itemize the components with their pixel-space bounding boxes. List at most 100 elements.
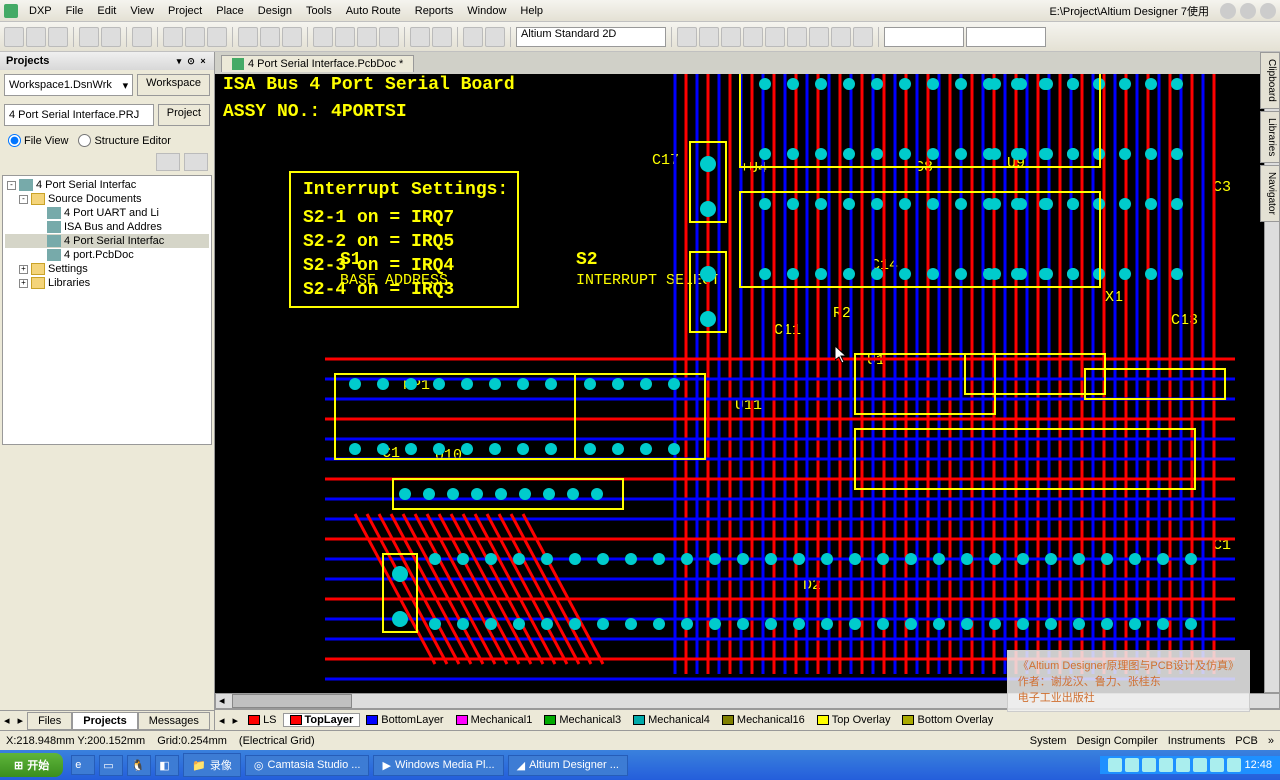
net-select[interactable] xyxy=(884,27,964,47)
cut-icon[interactable] xyxy=(238,27,258,47)
tab-projects[interactable]: Projects xyxy=(72,712,137,730)
tree-item[interactable]: 4 port.PcbDoc xyxy=(5,248,209,262)
tree-item[interactable]: 4 Port Serial Interfac xyxy=(5,234,209,248)
quicklaunch-ie-icon[interactable]: e xyxy=(71,755,95,775)
project-select[interactable]: 4 Port Serial Interface.PRJ xyxy=(4,104,154,126)
pcb-canvas[interactable]: ISA Bus 4 Port Serial Board ASSY NO.: 4P… xyxy=(215,74,1280,693)
menu-autoroute[interactable]: Auto Route xyxy=(339,5,408,17)
libraries-tab[interactable]: Libraries xyxy=(1260,111,1280,163)
copy-icon[interactable] xyxy=(260,27,280,47)
layer-tab[interactable]: Mechanical3 xyxy=(538,714,627,726)
zoom-area-icon[interactable] xyxy=(163,27,183,47)
status-pcb[interactable]: PCB xyxy=(1235,735,1258,747)
preview-icon[interactable] xyxy=(101,27,121,47)
menu-edit[interactable]: Edit xyxy=(90,5,123,17)
clear-icon[interactable] xyxy=(379,27,399,47)
start-button[interactable]: ⊞ 开始 xyxy=(0,753,63,777)
panel-pin-icon[interactable]: ⊙ xyxy=(186,56,196,66)
open-icon[interactable] xyxy=(26,27,46,47)
tray-icon[interactable] xyxy=(1193,758,1207,772)
tray-icon[interactable] xyxy=(1176,758,1190,772)
menu-project[interactable]: Project xyxy=(161,5,209,17)
layer-tab[interactable]: Mechanical1 xyxy=(450,714,539,726)
layer-tab[interactable]: Top Overlay xyxy=(811,714,897,726)
tray-icon[interactable] xyxy=(1125,758,1139,772)
home-icon[interactable] xyxy=(1260,3,1276,19)
route-icon[interactable] xyxy=(677,27,697,47)
workspace-select[interactable]: Workspace1.DsnWrk▾ xyxy=(4,74,133,96)
menu-file[interactable]: File xyxy=(59,5,91,17)
view-mode-select[interactable]: Altium Standard 2D xyxy=(516,27,666,47)
tray-icon[interactable] xyxy=(1159,758,1173,772)
task-camtasia[interactable]: ◎Camtasia Studio ... xyxy=(245,755,370,776)
workspace-button[interactable]: Workspace xyxy=(137,74,210,96)
nav-back-icon[interactable] xyxy=(1220,3,1236,19)
string-icon[interactable] xyxy=(831,27,851,47)
pad-icon[interactable] xyxy=(721,27,741,47)
menu-window[interactable]: Window xyxy=(460,5,513,17)
menu-design[interactable]: Design xyxy=(251,5,299,17)
task-altium[interactable]: ◢Altium Designer ... xyxy=(508,755,628,776)
redo-icon[interactable] xyxy=(432,27,452,47)
devices-icon[interactable] xyxy=(132,27,152,47)
region-icon[interactable] xyxy=(787,27,807,47)
undo-icon[interactable] xyxy=(410,27,430,47)
tray-icon[interactable] xyxy=(1210,758,1224,772)
menu-view[interactable]: View xyxy=(123,5,161,17)
new-doc-icon[interactable] xyxy=(4,27,24,47)
menu-help[interactable]: Help xyxy=(513,5,550,17)
component-icon[interactable] xyxy=(853,27,873,47)
move-icon[interactable] xyxy=(335,27,355,47)
tray-icon[interactable] xyxy=(1142,758,1156,772)
tab-messages[interactable]: Messages xyxy=(138,712,210,730)
panel-dropdown-icon[interactable]: ▾ xyxy=(174,56,184,66)
deselect-icon[interactable] xyxy=(357,27,377,47)
tray-icon[interactable] xyxy=(1108,758,1122,772)
arc-icon[interactable] xyxy=(743,27,763,47)
layer-tab[interactable]: Bottom Overlay xyxy=(896,714,999,726)
print-icon[interactable] xyxy=(79,27,99,47)
quicklaunch-desk-icon[interactable]: ▭ xyxy=(99,755,123,776)
quicklaunch-qq-icon[interactable]: 🐧 xyxy=(127,755,151,776)
fileview-radio[interactable]: File View xyxy=(8,134,68,147)
poly-icon[interactable] xyxy=(809,27,829,47)
panel-close-icon[interactable]: × xyxy=(198,56,208,66)
project-button[interactable]: Project xyxy=(158,104,210,126)
layer-tab[interactable]: TopLayer xyxy=(283,713,361,727)
system-tray[interactable]: 12:48 xyxy=(1100,756,1280,774)
tree-item[interactable]: +Settings xyxy=(5,262,209,276)
zoom-fit-icon[interactable] xyxy=(185,27,205,47)
menu-reports[interactable]: Reports xyxy=(408,5,461,17)
layer-tab[interactable]: Mechanical4 xyxy=(627,714,716,726)
tree-item[interactable]: -4 Port Serial Interfac xyxy=(5,178,209,192)
tray-icon[interactable] xyxy=(1227,758,1241,772)
structure-radio[interactable]: Structure Editor xyxy=(78,134,170,147)
layer-tab[interactable]: Mechanical16 xyxy=(716,714,811,726)
layer-tab[interactable]: BottomLayer xyxy=(360,714,449,726)
document-tab[interactable]: 4 Port Serial Interface.PcbDoc * xyxy=(221,55,414,72)
component-select[interactable] xyxy=(966,27,1046,47)
tab-nav-left[interactable]: ◂ xyxy=(0,714,14,727)
highlight-icon[interactable] xyxy=(463,27,483,47)
paste-icon[interactable] xyxy=(282,27,302,47)
tab-files[interactable]: Files xyxy=(27,712,72,730)
tree-opt1-icon[interactable] xyxy=(156,153,180,171)
status-system[interactable]: System xyxy=(1030,735,1067,747)
layer-nav-left[interactable]: ◂ xyxy=(215,714,229,727)
via-icon[interactable] xyxy=(699,27,719,47)
fill-icon[interactable] xyxy=(765,27,785,47)
status-more-icon[interactable]: » xyxy=(1268,735,1274,747)
save-icon[interactable] xyxy=(48,27,68,47)
tree-item[interactable]: 4 Port UART and Li xyxy=(5,206,209,220)
tree-opt2-icon[interactable] xyxy=(184,153,208,171)
zoom-sel-icon[interactable] xyxy=(207,27,227,47)
clipboard-tab[interactable]: Clipboard xyxy=(1260,52,1280,109)
menu-place[interactable]: Place xyxy=(209,5,251,17)
tree-item[interactable]: -Source Documents xyxy=(5,192,209,206)
layer-tab[interactable]: LS xyxy=(242,714,282,726)
task-wmp[interactable]: ▶Windows Media Pl... xyxy=(373,755,503,776)
project-tree[interactable]: -4 Port Serial Interfac-Source Documents… xyxy=(2,175,212,445)
browse-icon[interactable] xyxy=(485,27,505,47)
menu-dxp[interactable]: DXP xyxy=(22,5,59,17)
tab-nav-right[interactable]: ▸ xyxy=(14,714,28,727)
